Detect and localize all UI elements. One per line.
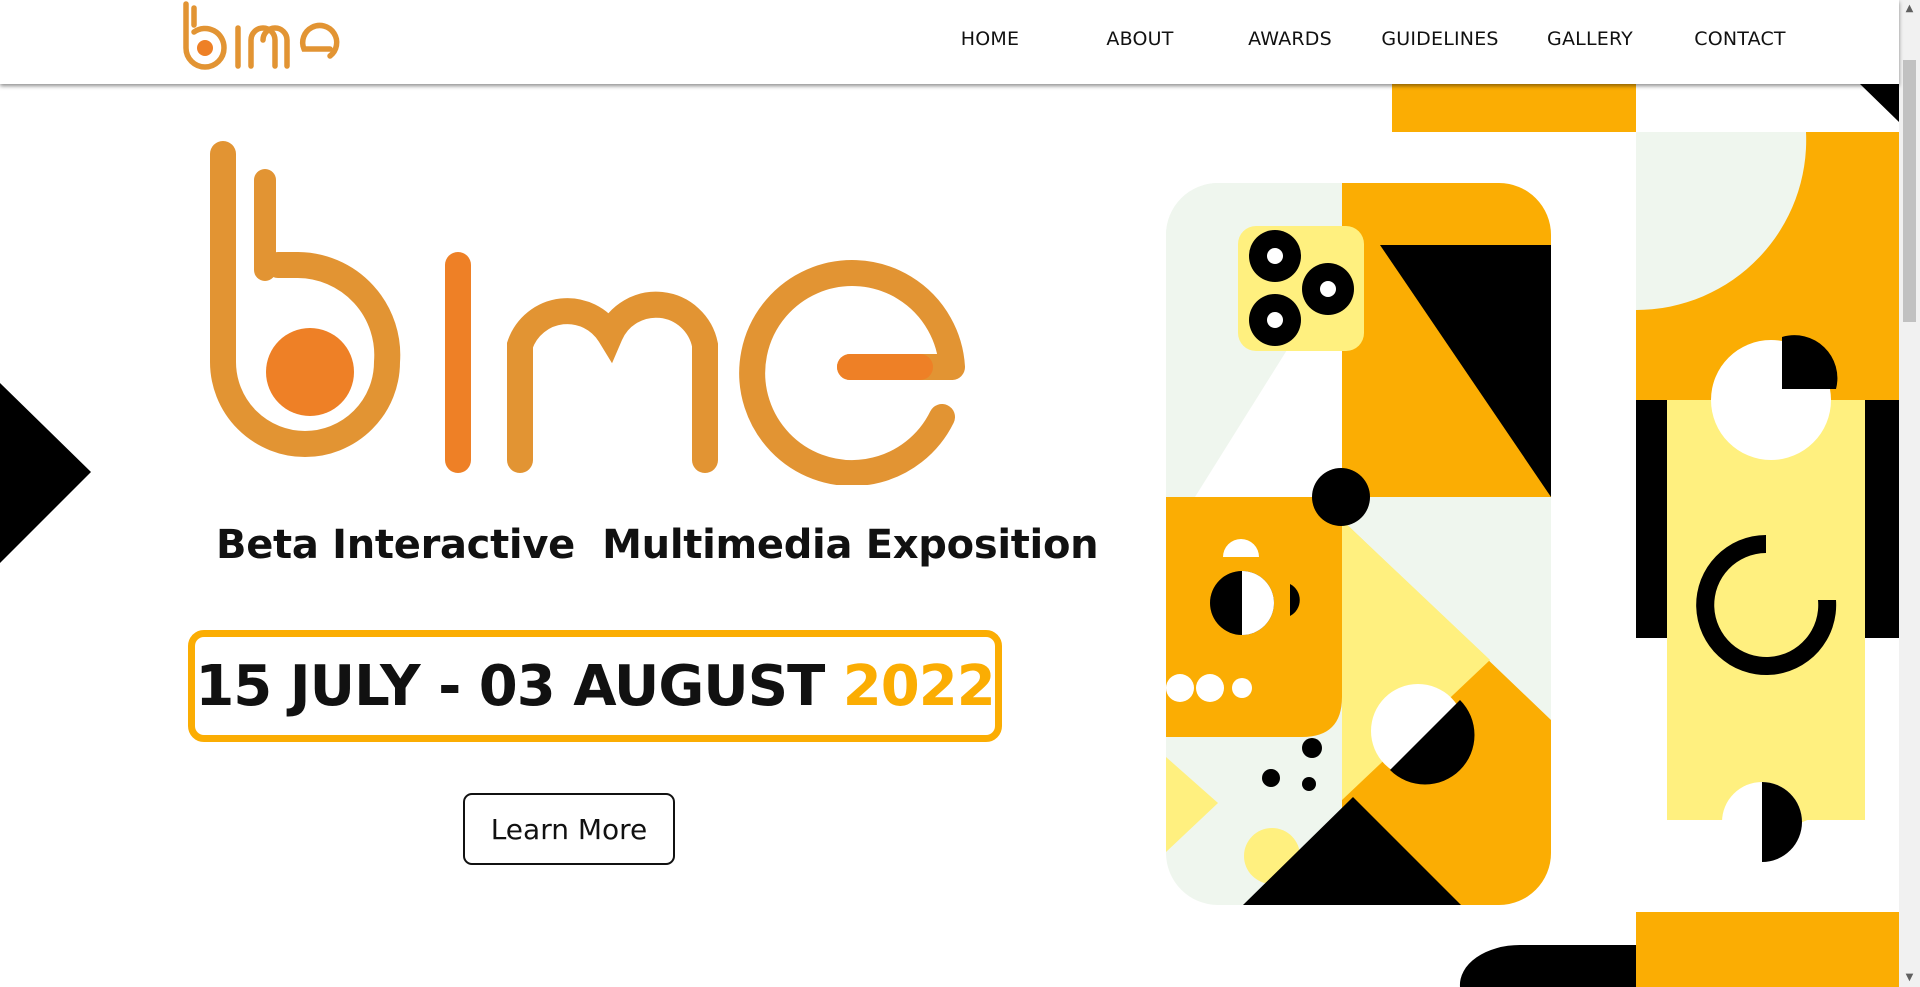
bime-logo-large <box>210 141 965 485</box>
scroll-down-arrow-icon[interactable]: ▼ <box>1899 969 1920 987</box>
nav-awards[interactable]: AWARDS <box>1215 0 1365 78</box>
page-scrollbar[interactable]: ▲ ▼ <box>1899 0 1920 987</box>
triangle-right-icon <box>0 383 91 563</box>
event-date-range: 15 JULY - 03 AUGUST <box>195 653 843 719</box>
nav-guidelines[interactable]: GUIDELINES <box>1365 0 1515 78</box>
scroll-thumb[interactable] <box>1903 60 1916 322</box>
nav-contact[interactable]: CONTACT <box>1665 0 1815 78</box>
event-year: 2022 <box>842 653 996 719</box>
top-navbar: HOME ABOUT AWARDS GUIDELINES GALLERY CON… <box>0 0 1899 84</box>
phone-illustration <box>1166 183 1551 905</box>
bime-logo-small[interactable] <box>180 0 342 74</box>
event-date: 15 JULY - 03 AUGUST 2022 <box>195 653 996 719</box>
nav-home[interactable]: HOME <box>915 0 1065 78</box>
main-menu: HOME ABOUT AWARDS GUIDELINES GALLERY CON… <box>915 0 1815 84</box>
learn-more-button[interactable]: Learn More <box>463 793 675 865</box>
nav-about[interactable]: ABOUT <box>1065 0 1215 78</box>
event-date-box: 15 JULY - 03 AUGUST 2022 <box>188 630 1002 742</box>
scroll-up-arrow-icon[interactable]: ▲ <box>1899 0 1920 18</box>
hero-tagline: Beta Interactive Multimedia Exposition <box>216 522 1099 568</box>
nav-gallery[interactable]: GALLERY <box>1515 0 1665 78</box>
